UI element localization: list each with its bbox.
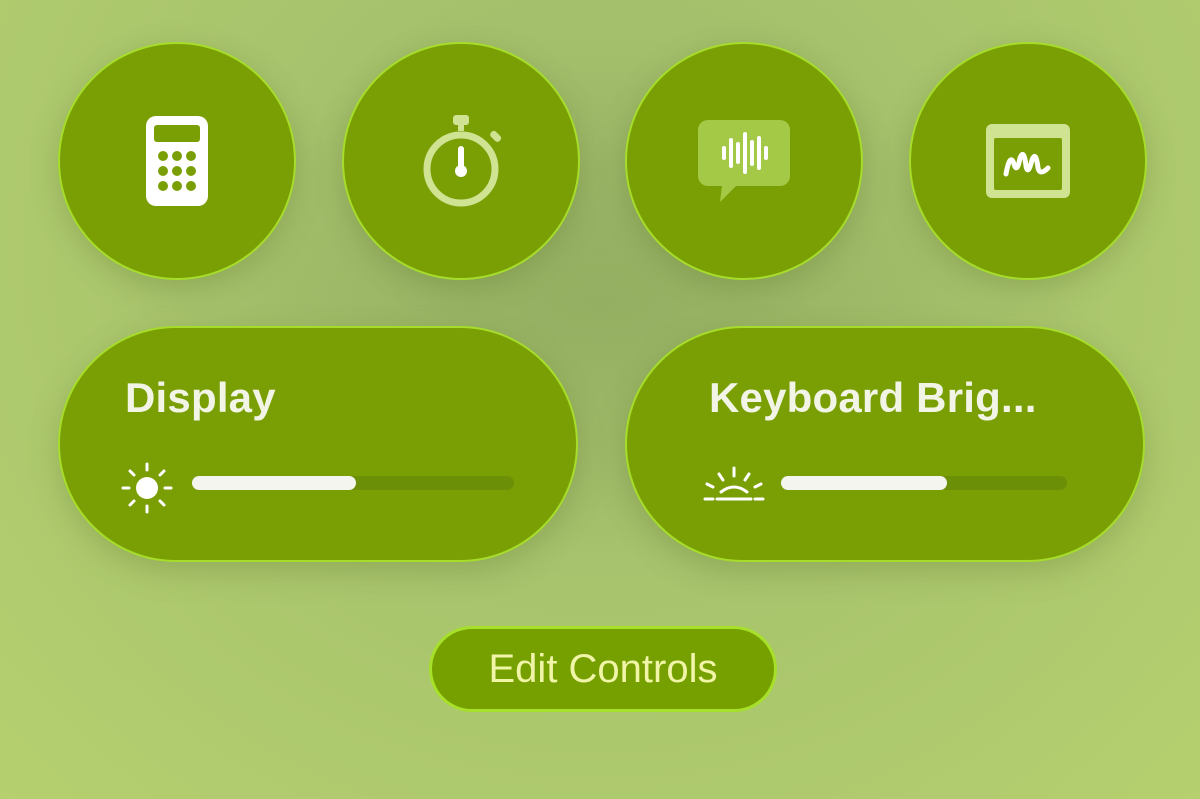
stopwatch-icon — [416, 113, 506, 209]
keyboard-brightness-title: Keyboard Brig... — [709, 374, 1037, 421]
keyboard-brightness-icon — [703, 466, 765, 509]
edit-controls-button[interactable]: Edit Controls — [429, 626, 777, 712]
sun-icon — [120, 461, 174, 520]
freeform-button[interactable] — [909, 42, 1147, 280]
display-control[interactable]: Display — [58, 326, 578, 562]
voice-memo-icon — [698, 120, 790, 202]
voice-memos-button[interactable] — [625, 42, 863, 280]
keyboard-brightness-slider[interactable] — [781, 476, 1067, 490]
display-brightness-fill — [192, 476, 357, 490]
stopwatch-button[interactable] — [342, 42, 580, 280]
display-brightness-slider[interactable] — [192, 476, 514, 490]
keyboard-brightness-control[interactable]: Keyboard Brig... — [625, 326, 1145, 562]
display-title: Display — [125, 374, 276, 421]
keyboard-brightness-fill — [781, 476, 947, 490]
calculator-button[interactable] — [58, 42, 296, 280]
freeform-icon — [986, 124, 1070, 198]
calculator-icon — [146, 116, 208, 206]
